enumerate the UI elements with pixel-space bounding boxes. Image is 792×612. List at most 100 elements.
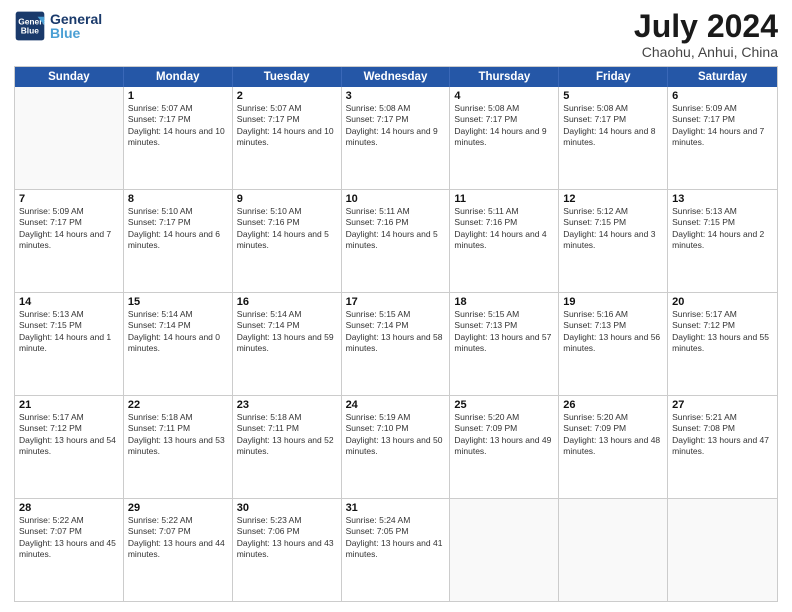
day-info: Sunrise: 5:09 AMSunset: 7:17 PMDaylight:… [672,103,773,149]
day-number: 28 [19,502,119,514]
calendar-day-13: 13Sunrise: 5:13 AMSunset: 7:15 PMDayligh… [668,190,777,292]
day-info: Sunrise: 5:19 AMSunset: 7:10 PMDaylight:… [346,412,446,458]
daylight-label: Daylight: 13 hours and 41 minutes. [346,538,443,559]
sunrise-label: Sunrise: 5:18 AM [128,412,193,422]
sunset-label: Sunset: 7:17 PM [237,114,300,124]
sunrise-label: Sunrise: 5:16 AM [563,309,628,319]
sunrise-label: Sunrise: 5:15 AM [454,309,519,319]
day-info: Sunrise: 5:14 AMSunset: 7:14 PMDaylight:… [237,309,337,355]
sunrise-label: Sunrise: 5:09 AM [19,206,84,216]
sunrise-label: Sunrise: 5:23 AM [237,515,302,525]
daylight-label: Daylight: 14 hours and 10 minutes. [128,126,225,147]
daylight-label: Daylight: 13 hours and 50 minutes. [346,435,443,456]
day-info: Sunrise: 5:15 AMSunset: 7:14 PMDaylight:… [346,309,446,355]
calendar-row: 21Sunrise: 5:17 AMSunset: 7:12 PMDayligh… [15,395,777,498]
sunrise-label: Sunrise: 5:18 AM [237,412,302,422]
day-number: 20 [672,296,773,308]
daylight-label: Daylight: 14 hours and 5 minutes. [237,229,329,250]
sunset-label: Sunset: 7:17 PM [454,114,517,124]
sunset-label: Sunset: 7:16 PM [454,217,517,227]
calendar-day-20: 20Sunrise: 5:17 AMSunset: 7:12 PMDayligh… [668,293,777,395]
day-info: Sunrise: 5:08 AMSunset: 7:17 PMDaylight:… [563,103,663,149]
calendar-day-29: 29Sunrise: 5:22 AMSunset: 7:07 PMDayligh… [124,499,233,601]
calendar-day-9: 9Sunrise: 5:10 AMSunset: 7:16 PMDaylight… [233,190,342,292]
day-info: Sunrise: 5:17 AMSunset: 7:12 PMDaylight:… [19,412,119,458]
sunset-label: Sunset: 7:14 PM [237,320,300,330]
sunrise-label: Sunrise: 5:07 AM [237,103,302,113]
calendar-day-30: 30Sunrise: 5:23 AMSunset: 7:06 PMDayligh… [233,499,342,601]
day-info: Sunrise: 5:12 AMSunset: 7:15 PMDaylight:… [563,206,663,252]
daylight-label: Daylight: 14 hours and 7 minutes. [672,126,764,147]
logo-icon: General Blue [14,10,46,42]
sunrise-label: Sunrise: 5:20 AM [563,412,628,422]
calendar-body: 1Sunrise: 5:07 AMSunset: 7:17 PMDaylight… [15,87,777,601]
calendar-day-1: 1Sunrise: 5:07 AMSunset: 7:17 PMDaylight… [124,87,233,189]
daylight-label: Daylight: 14 hours and 9 minutes. [346,126,438,147]
weekday-header: Sunday [15,67,124,87]
calendar-day-7: 7Sunrise: 5:09 AMSunset: 7:17 PMDaylight… [15,190,124,292]
sunset-label: Sunset: 7:09 PM [563,423,626,433]
day-number: 6 [672,90,773,102]
daylight-label: Daylight: 14 hours and 7 minutes. [19,229,111,250]
daylight-label: Daylight: 14 hours and 9 minutes. [454,126,546,147]
calendar-day-23: 23Sunrise: 5:18 AMSunset: 7:11 PMDayligh… [233,396,342,498]
page: General Blue General Blue July 2024 Chao… [0,0,792,612]
sunset-label: Sunset: 7:07 PM [128,526,191,536]
day-info: Sunrise: 5:17 AMSunset: 7:12 PMDaylight:… [672,309,773,355]
day-number: 27 [672,399,773,411]
calendar-day-27: 27Sunrise: 5:21 AMSunset: 7:08 PMDayligh… [668,396,777,498]
sunset-label: Sunset: 7:11 PM [237,423,299,433]
day-info: Sunrise: 5:08 AMSunset: 7:17 PMDaylight:… [346,103,446,149]
sunrise-label: Sunrise: 5:13 AM [672,206,737,216]
sunset-label: Sunset: 7:17 PM [128,114,191,124]
day-info: Sunrise: 5:16 AMSunset: 7:13 PMDaylight:… [563,309,663,355]
day-number: 17 [346,296,446,308]
weekday-header: Saturday [668,67,777,87]
daylight-label: Daylight: 13 hours and 57 minutes. [454,332,551,353]
day-info: Sunrise: 5:20 AMSunset: 7:09 PMDaylight:… [563,412,663,458]
day-info: Sunrise: 5:18 AMSunset: 7:11 PMDaylight:… [128,412,228,458]
calendar-day-24: 24Sunrise: 5:19 AMSunset: 7:10 PMDayligh… [342,396,451,498]
sunset-label: Sunset: 7:16 PM [346,217,409,227]
day-info: Sunrise: 5:18 AMSunset: 7:11 PMDaylight:… [237,412,337,458]
calendar-day-21: 21Sunrise: 5:17 AMSunset: 7:12 PMDayligh… [15,396,124,498]
calendar-day-4: 4Sunrise: 5:08 AMSunset: 7:17 PMDaylight… [450,87,559,189]
logo-text: General Blue [50,11,102,41]
weekday-header: Wednesday [342,67,451,87]
daylight-label: Daylight: 13 hours and 58 minutes. [346,332,443,353]
calendar-empty-cell [15,87,124,189]
sunset-label: Sunset: 7:13 PM [454,320,517,330]
daylight-label: Daylight: 14 hours and 5 minutes. [346,229,438,250]
weekday-header: Friday [559,67,668,87]
calendar-day-25: 25Sunrise: 5:20 AMSunset: 7:09 PMDayligh… [450,396,559,498]
day-number: 29 [128,502,228,514]
calendar-day-22: 22Sunrise: 5:18 AMSunset: 7:11 PMDayligh… [124,396,233,498]
daylight-label: Daylight: 14 hours and 1 minute. [19,332,111,353]
calendar-day-5: 5Sunrise: 5:08 AMSunset: 7:17 PMDaylight… [559,87,668,189]
day-info: Sunrise: 5:07 AMSunset: 7:17 PM Daylight:… [237,103,337,149]
day-number: 30 [237,502,337,514]
daylight-label: Daylight: 13 hours and 55 minutes. [672,332,769,353]
day-number: 8 [128,193,228,205]
day-number: 13 [672,193,773,205]
day-number: 24 [346,399,446,411]
sunrise-label: Sunrise: 5:24 AM [346,515,411,525]
day-number: 15 [128,296,228,308]
daylight-label: Daylight: 13 hours and 43 minutes. [237,538,334,559]
sunrise-label: Sunrise: 5:08 AM [563,103,628,113]
sunrise-label: Sunrise: 5:11 AM [346,206,410,216]
day-number: 21 [19,399,119,411]
daylight-label: Daylight: 13 hours and 54 minutes. [19,435,116,456]
calendar-day-8: 8Sunrise: 5:10 AMSunset: 7:17 PMDaylight… [124,190,233,292]
sunset-label: Sunset: 7:07 PM [19,526,82,536]
calendar-empty-cell [450,499,559,601]
sunset-label: Sunset: 7:15 PM [563,217,626,227]
sunrise-label: Sunrise: 5:14 AM [237,309,302,319]
sunset-label: Sunset: 7:15 PM [19,320,82,330]
daylight-label: Daylight: 13 hours and 53 minutes. [128,435,225,456]
day-number: 22 [128,399,228,411]
day-number: 5 [563,90,663,102]
daylight-label: Daylight: 14 hours and 10 minutes. [237,126,334,147]
day-number: 23 [237,399,337,411]
sunset-label: Sunset: 7:17 PM [19,217,82,227]
